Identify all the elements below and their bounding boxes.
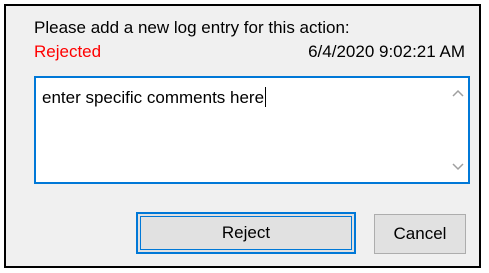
vertical-scrollbar[interactable] [448,78,468,182]
cancel-button[interactable]: Cancel [374,214,466,254]
reject-button[interactable]: Reject [136,212,356,254]
status-label: Rejected [34,42,102,61]
log-entry-dialog: Please add a new log entry for this acti… [4,4,481,268]
text-caret [265,87,267,107]
chevron-up-icon[interactable] [451,86,465,100]
timestamp-label: 6/4/2020 9:02:21 AM [308,42,465,61]
chevron-down-icon[interactable] [451,160,465,174]
comment-value: enter specific comments here [42,88,265,107]
comment-textbox[interactable]: enter specific comments here [34,76,470,184]
dialog-prompt: Please add a new log entry for this acti… [34,18,350,37]
comment-text[interactable]: enter specific comments here [42,87,267,108]
